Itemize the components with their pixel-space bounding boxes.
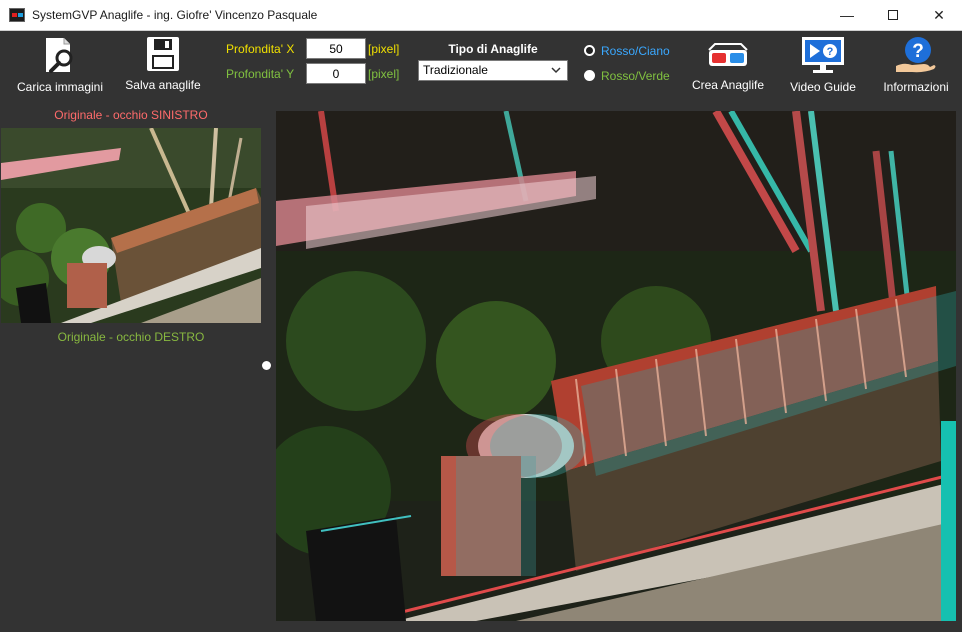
maximize-button[interactable] [870,0,916,31]
magnifier-document-icon [46,38,73,73]
close-button[interactable]: ✕ [916,0,962,31]
monitor-play-icon: ? [802,37,844,73]
anaglyph-type-title: Tipo di Anaglife [448,42,538,56]
video-guide-label: Video Guide [790,80,856,94]
depth-x-input[interactable] [306,38,366,59]
floppy-disk-icon [147,37,179,71]
svg-text:?: ? [827,46,834,58]
save-anaglyph-button[interactable]: Salva anaglife [118,36,208,92]
create-anaglyph-label: Crea Anaglife [691,78,765,92]
video-guide-button[interactable]: ? Video Guide [784,36,862,94]
depth-x-unit: [pixel] [368,42,400,56]
radio-rosso-verde-label: Rosso/Verde [601,69,670,83]
anaglyph-type-value: Tradizionale [423,63,488,77]
title-bar: SystemGVP Anaglife - ing. Giofre' Vincen… [0,0,962,31]
depth-y-unit: [pixel] [368,67,400,81]
save-anaglyph-label: Salva anaglife [125,78,201,92]
left-eye-thumbnail[interactable] [1,128,261,323]
depth-y-input[interactable] [306,63,366,84]
anaglyph-preview-image [276,111,956,621]
splitter-handle[interactable] [262,361,271,370]
depth-y-label: Profondita' Y [226,67,295,81]
radio-rosso-ciano-label: Rosso/Ciano [601,44,670,58]
right-eye-label: Originale - occhio DESTRO [57,330,205,344]
depth-x-label: Profondita' X [226,42,295,56]
radio-unselected-icon [584,70,595,81]
create-anaglyph-button[interactable]: Crea Anaglife [688,36,768,92]
radio-selected-icon [584,45,595,56]
svg-text:?: ? [912,41,924,62]
load-images-button[interactable]: Carica immagini [12,36,108,94]
chevron-down-icon [551,61,561,87]
question-hand-icon: ? [896,37,936,73]
information-button[interactable]: ? Informazioni [876,36,956,94]
left-eye-label: Originale - occhio SINISTRO [54,108,208,122]
minimize-icon: — [840,7,854,23]
minimize-button[interactable]: — [824,0,870,31]
3d-glasses-icon [708,43,748,66]
anaglyph-type-select[interactable]: Tradizionale [418,60,568,81]
load-images-label: Carica immagini [16,80,104,94]
maximize-icon [888,10,898,20]
window-title: SystemGVP Anaglife - ing. Giofre' Vincen… [32,8,318,22]
information-label: Informazioni [883,80,949,94]
close-icon: ✕ [933,7,945,23]
radio-rosso-ciano[interactable]: Rosso/Ciano [584,44,670,58]
radio-rosso-verde[interactable]: Rosso/Verde [584,69,670,83]
app-icon [9,8,25,22]
